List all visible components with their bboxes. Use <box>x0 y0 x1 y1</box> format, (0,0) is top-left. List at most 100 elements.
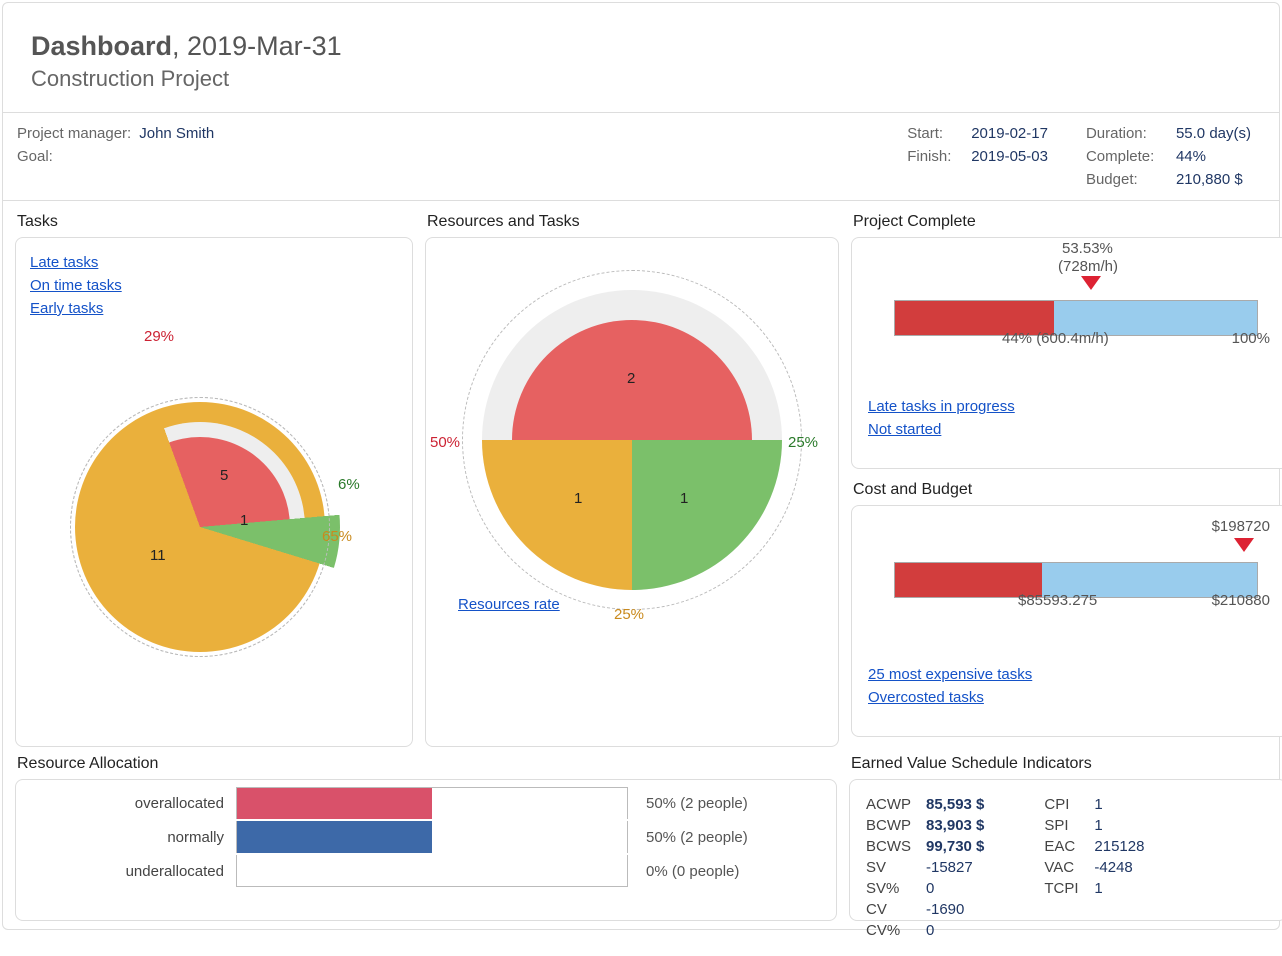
cost-budget-panel: $198720 $85593.275 $210880 25 most expen… <box>851 505 1282 737</box>
start-label: Start: <box>907 125 963 142</box>
evm-row: CV-1690 <box>866 901 984 918</box>
evm-key: TCPI <box>1044 880 1094 897</box>
evm-key: SPI <box>1044 817 1094 834</box>
evm-row: ACWP85,593 $ <box>866 796 984 813</box>
resources-pie-chart: 2 1 1 <box>462 270 802 610</box>
resource-allocation-panel: overallocated50% (2 people)normally50% (… <box>15 779 837 921</box>
evm-value: 1 <box>1094 817 1102 834</box>
link-expensive-tasks[interactable]: 25 most expensive tasks <box>868 666 1032 683</box>
duration-value: 55.0 day(s) <box>1176 125 1251 142</box>
evm-row: EAC215128 <box>1044 838 1144 855</box>
alloc-value: 0% (0 people) <box>628 863 739 880</box>
evm-value: -4248 <box>1094 859 1132 876</box>
cost-below-right: $210880 <box>1212 592 1270 609</box>
res-yellow-pct: 25% <box>614 606 644 623</box>
complete-value: 44% <box>1176 148 1206 165</box>
evm-value: 85,593 $ <box>926 796 984 813</box>
resources-panel-wrap: Resources and Tasks 2 1 1 50% 25% <box>425 213 839 747</box>
evm-key: CV% <box>866 922 926 939</box>
link-overcosted-tasks[interactable]: Overcosted tasks <box>868 689 1032 706</box>
duration-label: Duration: <box>1086 125 1168 142</box>
tasks-pie-chart: 5 1 11 <box>70 397 330 657</box>
pm-value: John Smith <box>139 125 214 142</box>
evm-value: 0 <box>926 880 934 897</box>
res-green-count: 1 <box>680 490 688 507</box>
evm-key: VAC <box>1044 859 1094 876</box>
goal-label: Goal: <box>17 148 53 165</box>
evm-row: TCPI1 <box>1044 880 1144 897</box>
resources-title: Resources and Tasks <box>425 213 839 231</box>
project-meta: Project manager: John Smith Goal: Start:… <box>3 113 1279 201</box>
res-green-pct: 25% <box>788 434 818 451</box>
alloc-row: underallocated 0% (0 people) <box>16 854 836 888</box>
link-late-in-progress[interactable]: Late tasks in progress <box>868 398 1015 415</box>
evm-value: -1690 <box>926 901 964 918</box>
evm-key: CPI <box>1044 796 1094 813</box>
res-red-count: 2 <box>627 370 635 387</box>
budget-label: Budget: <box>1086 171 1168 188</box>
alloc-title: Resource Allocation <box>15 755 837 773</box>
evm-row: SPI1 <box>1044 817 1144 834</box>
complete-title: Project Complete <box>851 213 1282 231</box>
tasks-early-pct: 6% <box>338 476 360 493</box>
complete-below-left: 44% (600.4m/h) <box>1002 330 1109 347</box>
link-not-started[interactable]: Not started <box>868 421 1015 438</box>
evm-row: CPI1 <box>1044 796 1144 813</box>
tasks-ontime-count: 11 <box>150 547 166 564</box>
evm-wrap: Earned Value Schedule Indicators ACWP85,… <box>849 755 1282 921</box>
complete-marker-pct: 53.53% <box>1062 240 1113 257</box>
cost-below-left: $85593.275 <box>1018 592 1097 609</box>
evm-value: 1 <box>1094 880 1102 897</box>
evm-key: CV <box>866 901 926 918</box>
evm-value: 215128 <box>1094 838 1144 855</box>
evm-key: SV% <box>866 880 926 897</box>
page-title: Dashboard, 2019-Mar-31 <box>31 31 1251 62</box>
alloc-value: 50% (2 people) <box>628 829 748 846</box>
tasks-late-pct: 29% <box>144 328 174 345</box>
pm-label: Project manager: <box>17 125 131 142</box>
evm-key: ACWP <box>866 796 926 813</box>
res-yellow-count: 1 <box>574 490 582 507</box>
evm-value: -15827 <box>926 859 973 876</box>
evm-panel: ACWP85,593 $BCWP83,903 $BCWS99,730 $SV-1… <box>849 779 1282 921</box>
link-late-tasks[interactable]: Late tasks <box>30 254 398 271</box>
start-value: 2019-02-17 <box>971 125 1048 142</box>
complete-marker-icon <box>1081 276 1101 290</box>
resource-allocation-wrap: Resource Allocation overallocated50% (2 … <box>15 755 837 921</box>
alloc-row: overallocated50% (2 people) <box>16 786 836 820</box>
link-early-tasks[interactable]: Early tasks <box>30 300 398 317</box>
tasks-title: Tasks <box>15 213 413 231</box>
complete-below-right: 100% <box>1232 330 1270 347</box>
evm-value: 83,903 $ <box>926 817 984 834</box>
link-resources-rate[interactable]: Resources rate <box>458 596 560 613</box>
cost-title: Cost and Budget <box>851 481 1282 499</box>
tasks-panel-wrap: Tasks Late tasks On time tasks Early tas… <box>15 213 413 747</box>
evm-key: BCWS <box>866 838 926 855</box>
project-complete-wrap: Project Complete 53.53% (728m/h) 44% (60… <box>851 213 1282 469</box>
alloc-label: underallocated <box>16 863 236 880</box>
evm-key: EAC <box>1044 838 1094 855</box>
evm-key: BCWP <box>866 817 926 834</box>
resources-panel: 2 1 1 50% 25% 25% Resources rate <box>425 237 839 747</box>
cost-budget-wrap: Cost and Budget $198720 $85593.275 $2108… <box>851 481 1282 737</box>
cost-marker-icon <box>1234 538 1254 552</box>
res-red-pct: 50% <box>430 434 460 451</box>
link-on-time-tasks[interactable]: On time tasks <box>30 277 398 294</box>
alloc-row: normally50% (2 people) <box>16 820 836 854</box>
project-complete-panel: 53.53% (728m/h) 44% (600.4m/h) 100% Late… <box>851 237 1282 469</box>
evm-value: 1 <box>1094 796 1102 813</box>
tasks-late-count: 5 <box>220 467 228 484</box>
complete-marker-sub: (728m/h) <box>1058 258 1118 275</box>
evm-value: 0 <box>926 922 934 939</box>
complete-label: Complete: <box>1086 148 1168 165</box>
title-date: , 2019-Mar-31 <box>172 31 342 61</box>
cost-marker-value: $198720 <box>1212 518 1270 535</box>
budget-value: 210,880 $ <box>1176 171 1243 188</box>
finish-label: Finish: <box>907 148 963 165</box>
alloc-label: overallocated <box>16 795 236 812</box>
evm-key: SV <box>866 859 926 876</box>
evm-row: CV%0 <box>866 922 984 939</box>
tasks-ontime-pct: 65% <box>322 528 352 545</box>
finish-value: 2019-05-03 <box>971 148 1048 165</box>
evm-value: 99,730 $ <box>926 838 984 855</box>
